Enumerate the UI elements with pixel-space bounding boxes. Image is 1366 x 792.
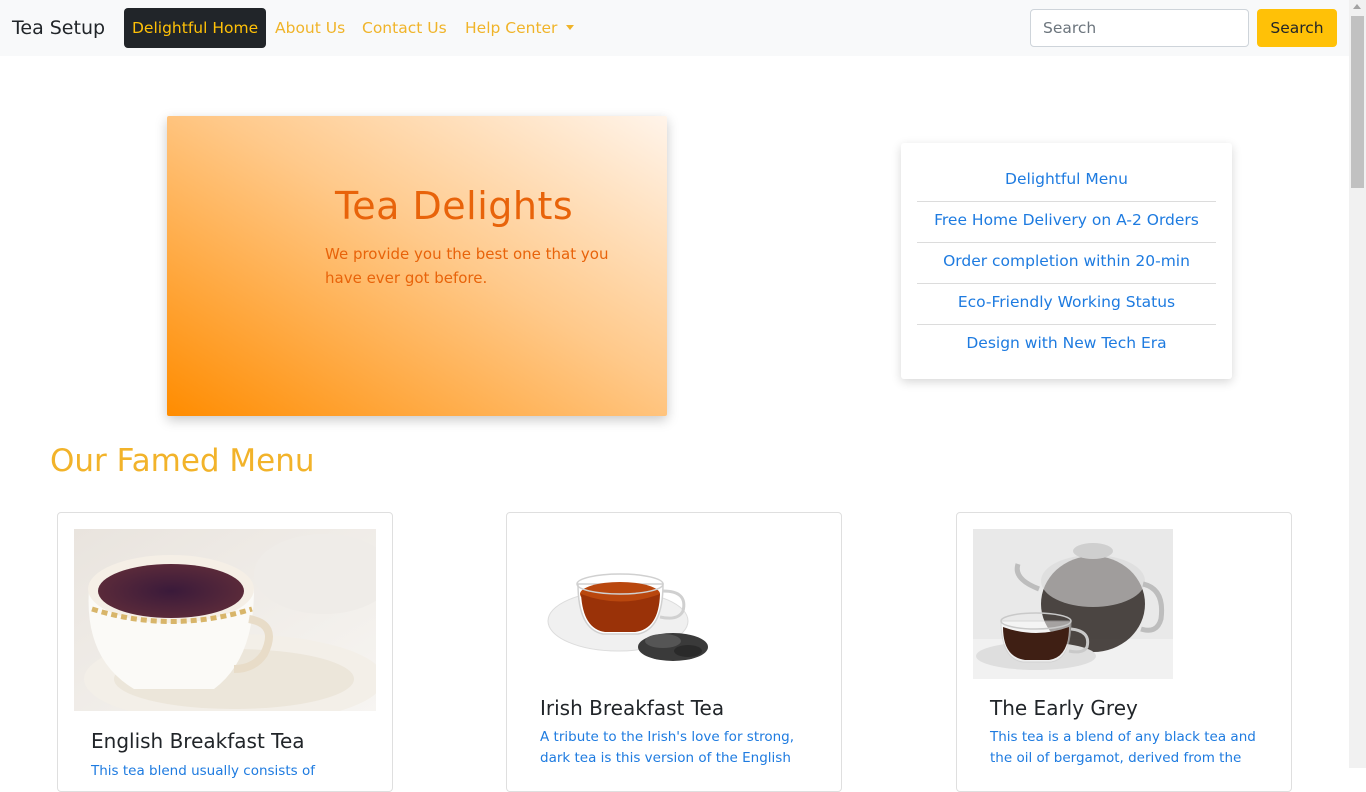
- menu-card-english-breakfast[interactable]: English Breakfast Tea This tea blend usu…: [57, 512, 393, 792]
- search-button[interactable]: Search: [1257, 9, 1337, 47]
- tea-glass-photo: [523, 529, 723, 679]
- teapot-photo: [973, 529, 1173, 679]
- brand-logo[interactable]: Tea Setup: [12, 15, 105, 41]
- features-list: Delightful Menu Free Home Delivery on A-…: [917, 161, 1216, 365]
- card-title: Irish Breakfast Tea: [540, 696, 725, 720]
- hero-subtitle: We provide you the best one that you hav…: [325, 245, 609, 287]
- nav-dropdown-help-center[interactable]: Help Center: [465, 8, 575, 48]
- early-grey-tea-image: [973, 529, 1173, 679]
- nav-link-contact-us[interactable]: Contact Us: [362, 8, 447, 48]
- feature-item-order-completion[interactable]: Order completion within 20-min: [917, 243, 1216, 284]
- feature-item-free-delivery[interactable]: Free Home Delivery on A-2 Orders: [917, 202, 1216, 243]
- card-text: This tea blend usually consists of: [91, 763, 315, 779]
- hero-banner: Tea Delights We provide you the best one…: [167, 116, 667, 416]
- feature-item-eco-friendly[interactable]: Eco-Friendly Working Status: [917, 284, 1216, 325]
- feature-item-new-tech[interactable]: Design with New Tech Era: [917, 325, 1216, 365]
- nav-link-about-us[interactable]: About Us: [275, 8, 345, 48]
- menu-card-irish-breakfast[interactable]: Irish Breakfast Tea A tribute to the Iri…: [506, 512, 842, 792]
- section-title-menu: Our Famed Menu: [50, 443, 315, 479]
- card-title: English Breakfast Tea: [91, 729, 305, 753]
- feature-item-delightful-menu[interactable]: Delightful Menu: [917, 161, 1216, 202]
- nav-link-delightful-home[interactable]: Delightful Home: [124, 8, 267, 48]
- nav-link-help-center-label: Help Center: [465, 19, 558, 37]
- search-input[interactable]: [1030, 9, 1249, 47]
- menu-card-early-grey[interactable]: The Early Grey This tea is a blend of an…: [956, 512, 1292, 792]
- card-title: The Early Grey: [990, 696, 1138, 720]
- card-text: A tribute to the Irish's love for strong…: [540, 729, 795, 766]
- scroll-up-icon[interactable]: [1353, 4, 1361, 9]
- chevron-down-icon: [566, 25, 575, 30]
- scrollbar-thumb[interactable]: [1351, 16, 1364, 188]
- page-scrollbar[interactable]: [1349, 0, 1366, 768]
- irish-breakfast-tea-image: [523, 529, 723, 679]
- tea-cup-photo: [74, 529, 376, 711]
- hero-title: Tea Delights: [335, 184, 574, 228]
- navbar: Tea Setup Delightful Home About Us Conta…: [0, 0, 1349, 56]
- card-text: This tea is a blend of any black tea and…: [990, 729, 1256, 766]
- features-list-card: Delightful Menu Free Home Delivery on A-…: [901, 143, 1232, 379]
- english-breakfast-tea-image: [74, 529, 376, 711]
